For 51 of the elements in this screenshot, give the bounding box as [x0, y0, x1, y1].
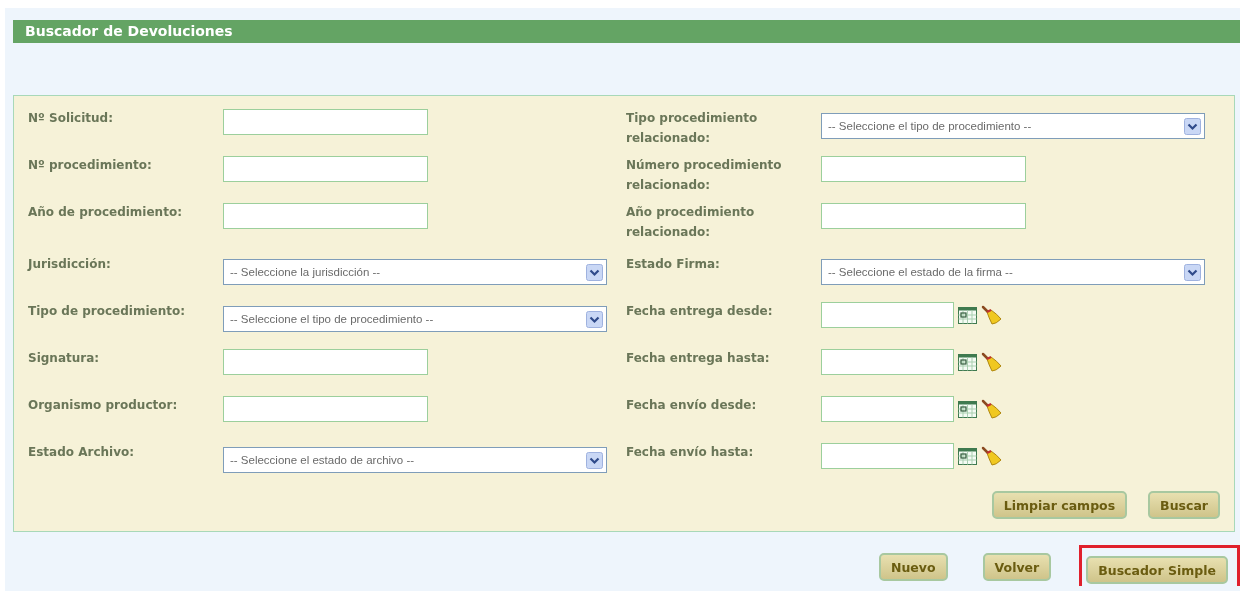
calendar-icon[interactable] [958, 353, 977, 371]
field-label: Fecha entrega desde: [626, 303, 774, 320]
chevron-down-icon [586, 451, 603, 469]
form-button[interactable]: Limpiar campos [991, 491, 1128, 519]
field-label: Tipo de procedimiento: [28, 303, 186, 320]
field-label: Nº procedimiento: [28, 157, 153, 174]
page-button[interactable]: Nuevo [878, 553, 948, 581]
title-bar: Buscador de Devoluciones [13, 20, 1240, 43]
page-button[interactable]: Buscador Simple [1086, 556, 1228, 584]
text-field[interactable] [223, 109, 428, 135]
broom-icon[interactable] [981, 305, 1003, 325]
dropdown[interactable]: -- Seleccione la jurisdicción -- [223, 259, 607, 285]
broom-icon[interactable] [981, 446, 1003, 466]
date-field[interactable] [821, 302, 954, 328]
text-field[interactable] [223, 349, 428, 375]
date-field[interactable] [821, 349, 954, 375]
page-button[interactable]: Volver [982, 553, 1052, 581]
broom-icon[interactable] [981, 352, 1003, 372]
broom-icon[interactable] [981, 399, 1003, 419]
field-label: Signatura: [28, 350, 101, 367]
text-field[interactable] [223, 396, 428, 422]
field-label: Jurisdicción: [28, 256, 112, 273]
text-field[interactable] [223, 156, 428, 182]
dropdown[interactable]: -- Seleccione el tipo de procedimiento -- [223, 306, 607, 332]
dropdown[interactable]: -- Seleccione el tipo de procedimiento -- [821, 113, 1205, 139]
text-field[interactable] [821, 203, 1026, 229]
field-label: Fecha entrega hasta: [626, 350, 771, 367]
field-label: Organismo productor: [28, 397, 179, 414]
calendar-icon[interactable] [958, 306, 977, 324]
text-field[interactable] [821, 156, 1026, 182]
dropdown[interactable]: -- Seleccione el estado de la firma -- [821, 259, 1205, 285]
text-field[interactable] [223, 203, 428, 229]
chevron-down-icon [586, 263, 603, 281]
form-button[interactable]: Buscar [1148, 491, 1220, 519]
field-label: Fecha envío desde: [626, 397, 758, 414]
date-field[interactable] [821, 443, 954, 469]
field-label: Fecha envío hasta: [626, 444, 755, 461]
field-label: Estado Archivo: [28, 444, 136, 461]
calendar-icon[interactable] [958, 400, 977, 418]
date-field[interactable] [821, 396, 954, 422]
chevron-down-icon [1184, 117, 1201, 135]
field-label: Año procedimiento relacionado: [626, 204, 756, 241]
field-label: Número procedimiento relacionado: [626, 157, 783, 194]
calendar-icon[interactable] [958, 447, 977, 465]
chevron-down-icon [586, 310, 603, 328]
field-label: Nº Solicitud: [28, 110, 114, 127]
field-label: Estado Firma: [626, 256, 721, 273]
chevron-down-icon [1184, 263, 1201, 281]
dropdown[interactable]: -- Seleccione el estado de archivo -- [223, 447, 607, 473]
field-label: Año de procedimiento: [28, 204, 183, 221]
field-label: Tipo procedimiento relacionado: [626, 110, 759, 147]
